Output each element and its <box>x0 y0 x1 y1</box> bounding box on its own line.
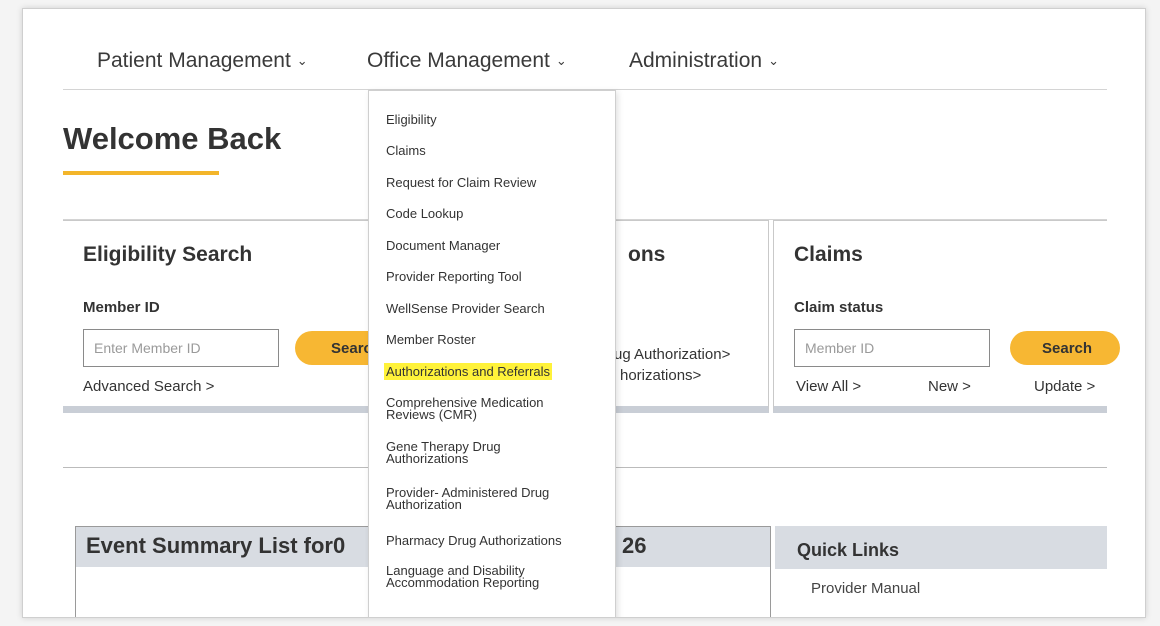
page-title: Welcome Back <box>63 121 282 156</box>
nav-administration[interactable]: Administration ⌄ <box>629 49 779 73</box>
menu-item-language-accommodation[interactable]: Language and Disability Accommodation Re… <box>386 564 606 589</box>
member-id-label: Member ID <box>83 299 160 316</box>
new-claim-link[interactable]: New > <box>928 378 971 395</box>
chevron-down-icon: ⌄ <box>296 53 308 68</box>
quick-links-panel: Quick Links Provider Manual <box>775 526 1107 617</box>
card-title: ons <box>628 243 666 266</box>
chevron-down-icon: ⌄ <box>555 53 567 68</box>
menu-item-provider-administered-drug[interactable]: Provider- Administered Drug Authorizatio… <box>386 486 606 511</box>
menu-item-request-claim-review[interactable]: Request for Claim Review <box>386 176 606 189</box>
chevron-down-icon: ⌄ <box>768 53 779 68</box>
highlighted-label: Authorizations and Referrals <box>384 363 553 380</box>
drug-authorization-link[interactable]: ug Authorization> <box>614 346 730 363</box>
menu-item-code-lookup[interactable]: Code Lookup <box>386 207 606 220</box>
view-all-link[interactable]: View All > <box>796 378 861 395</box>
claim-member-id-input[interactable]: Member ID <box>794 329 990 367</box>
menu-item-cmr[interactable]: Comprehensive Medication Reviews (CMR) <box>386 396 606 421</box>
top-nav: Patient Management ⌄ Office Management ⌄ A… <box>23 9 1145 91</box>
office-management-dropdown: Eligibility Claims Request for Claim Rev… <box>368 90 616 617</box>
menu-item-provider-search[interactable]: WellSense Provider Search <box>386 302 606 315</box>
advanced-search-link[interactable]: Advanced Search > <box>83 378 214 395</box>
menu-item-provider-reporting-tool[interactable]: Provider Reporting Tool <box>386 270 606 283</box>
eligibility-card: Eligibility Search Member ID Enter Membe… <box>63 220 405 413</box>
menu-item-pharmacy-drug[interactable]: Pharmacy Drug Authorizations <box>386 534 606 547</box>
nav-office-management[interactable]: Office Management ⌄ <box>367 49 567 73</box>
event-summary-date-tail: 26 <box>622 533 647 558</box>
nav-label: Office Management <box>367 49 550 72</box>
quick-links-header: Quick Links <box>775 526 1107 569</box>
authorizations-link[interactable]: horizations> <box>620 367 701 384</box>
card-title: Eligibility Search <box>83 243 253 266</box>
app-window: Patient Management ⌄ Office Management ⌄ A… <box>22 8 1146 618</box>
menu-item-eligibility[interactable]: Eligibility <box>386 113 606 126</box>
quick-links-title: Quick Links <box>797 540 900 560</box>
event-summary-title: Event Summary List for0 <box>86 533 346 558</box>
menu-item-document-manager[interactable]: Document Manager <box>386 239 606 252</box>
card-title: Claims <box>794 243 863 266</box>
member-id-input[interactable]: Enter Member ID <box>83 329 279 367</box>
claim-status-label: Claim status <box>794 299 884 316</box>
claims-search-button[interactable]: Search <box>1010 331 1120 365</box>
provider-manual-link[interactable]: Provider Manual <box>811 580 920 597</box>
nav-patient-management[interactable]: Patient Management ⌄ <box>97 49 308 73</box>
title-underline <box>63 171 219 175</box>
update-claim-link[interactable]: Update > <box>1034 378 1095 395</box>
menu-item-gene-therapy[interactable]: Gene Therapy Drug Authorizations <box>386 440 606 465</box>
menu-item-member-roster[interactable]: Member Roster <box>386 333 606 346</box>
nav-label: Administration <box>629 49 763 72</box>
menu-item-authorizations-referrals[interactable]: Authorizations and Referrals <box>384 363 606 380</box>
nav-label: Patient Management <box>97 49 291 72</box>
menu-item-claims[interactable]: Claims <box>386 144 606 157</box>
claims-card: Claims Claim status Member ID Search Vie… <box>773 220 1120 413</box>
